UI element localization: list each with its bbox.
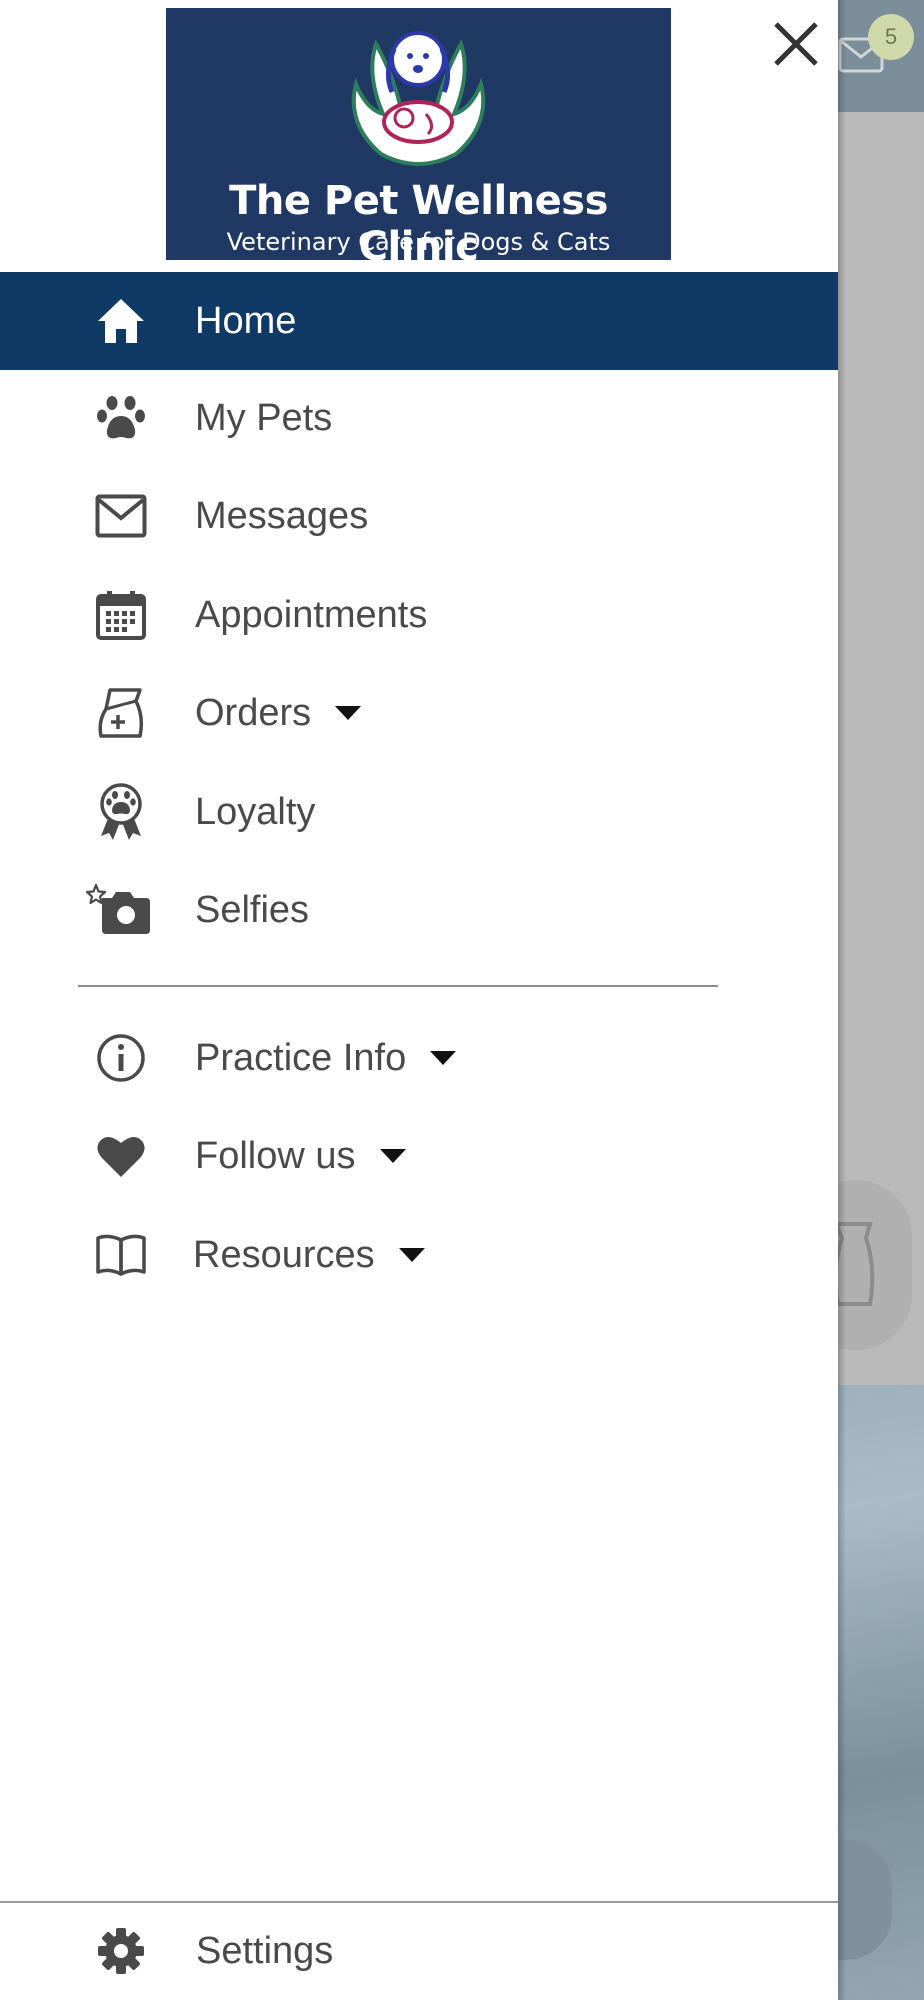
menu-label-loyalty: Loyalty	[195, 791, 316, 833]
follow-us-label-text: Follow us	[195, 1135, 356, 1177]
resources-label-text: Resources	[193, 1234, 375, 1276]
logo-pets-hands-icon	[351, 31, 486, 166]
home-icon	[94, 296, 148, 346]
menu-item-settings[interactable]: Settings	[0, 1902, 838, 2000]
book-icon	[94, 1230, 148, 1280]
chevron-down-icon	[398, 1247, 425, 1262]
heart-icon	[94, 1131, 148, 1181]
practice-info-label-text: Practice Info	[195, 1037, 407, 1079]
close-icon[interactable]	[768, 16, 824, 72]
info-icon	[94, 1033, 148, 1083]
mail-icon	[94, 491, 148, 541]
menu-item-home[interactable]: Home	[0, 272, 838, 370]
menu-item-selfies[interactable]: Selfies	[0, 861, 838, 959]
chevron-down-icon	[379, 1148, 406, 1163]
gear-icon	[94, 1926, 148, 1976]
menu-label-practice-info: Practice Info	[195, 1009, 457, 1107]
navigation-drawer: The Pet Wellness Clinic Veterinary Care …	[0, 0, 838, 2000]
menu-item-appointments[interactable]: Appointments	[0, 566, 838, 664]
calendar-icon	[94, 590, 148, 640]
menu-label-resources: Resources	[193, 1206, 425, 1304]
menu-label-appointments: Appointments	[195, 594, 428, 636]
chevron-down-icon	[430, 1050, 457, 1065]
chevron-down-icon	[335, 705, 362, 720]
camera-icon	[86, 884, 152, 935]
menu-item-orders[interactable]: Orders	[0, 664, 838, 762]
menu-label-messages: Messages	[195, 495, 369, 537]
menu-label-my-pets: My Pets	[195, 397, 333, 439]
orders-label-text: Orders	[195, 692, 312, 734]
menu-item-loyalty[interactable]: Loyalty	[0, 763, 838, 861]
paw-icon	[94, 393, 148, 443]
menu-label-follow-us: Follow us	[195, 1107, 406, 1205]
logo-subtitle: Veterinary Care for Dogs & Cats	[226, 228, 611, 256]
menu-label-home: Home	[195, 300, 297, 342]
logo-title: The Pet Wellness Clinic	[229, 178, 608, 270]
clinic-logo: The Pet Wellness Clinic Veterinary Care …	[166, 8, 671, 270]
food-bag-icon	[94, 688, 148, 738]
menu-label-orders: Orders	[195, 664, 362, 762]
message-badge: 5	[868, 14, 914, 60]
paw-ribbon-icon	[94, 781, 148, 843]
menu-item-follow-us[interactable]: Follow us	[0, 1107, 838, 1205]
menu-item-practice-info[interactable]: Practice Info	[0, 1009, 838, 1107]
menu-item-my-pets[interactable]: My Pets	[0, 369, 838, 467]
menu-label-settings: Settings	[196, 1930, 334, 1972]
menu-item-resources[interactable]: Resources	[0, 1206, 838, 1304]
menu-divider	[78, 985, 718, 987]
drawer-shadow	[838, 0, 846, 2000]
menu-label-selfies: Selfies	[195, 889, 310, 931]
menu-item-messages[interactable]: Messages	[0, 467, 838, 565]
